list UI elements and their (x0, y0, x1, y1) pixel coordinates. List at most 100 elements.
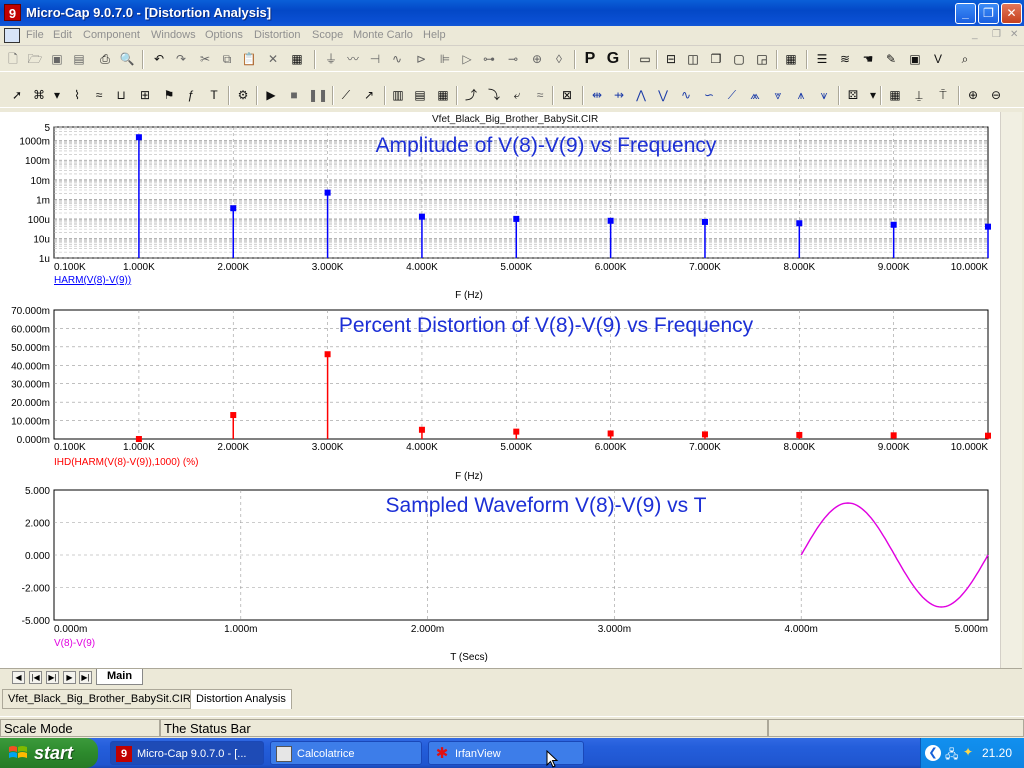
switch-component-icon[interactable]: ⊶ (480, 50, 498, 68)
redo-icon[interactable]: ↷ (172, 50, 190, 68)
probe-button[interactable]: P (581, 50, 599, 68)
copy-icon[interactable]: ⧉ (218, 50, 236, 68)
grid-coarse-icon[interactable]: ▦ (434, 86, 452, 104)
grid-fine-icon[interactable]: ▥ (389, 86, 407, 104)
undo-icon[interactable]: ↶ (150, 50, 168, 68)
restore-button[interactable]: ❐ (978, 3, 999, 24)
task-calcolatrice[interactable]: Calcolatrice (270, 741, 422, 765)
diode-component-icon[interactable]: ⊳ (412, 50, 430, 68)
new-file-icon[interactable]: 🗋 (4, 50, 22, 68)
menu-windows[interactable]: Windows (151, 29, 196, 41)
goto-button[interactable]: G (604, 50, 622, 68)
scale-icon[interactable]: ⊠ (558, 86, 576, 104)
run-icon[interactable]: ▶ (262, 86, 280, 104)
menu-file[interactable]: File (26, 29, 44, 41)
wire-mode-icon[interactable]: ⌇ (68, 86, 86, 104)
grid-medium-icon[interactable]: ▤ (411, 86, 429, 104)
next-page-icon[interactable]: ▶| (46, 671, 59, 684)
line-icon[interactable]: ⟋ (337, 86, 355, 104)
high-icon[interactable]: ∿ (677, 86, 695, 104)
tab-circuit-file[interactable]: Vfet_Black_Big_Brother_BabySit.CIR (2, 689, 197, 709)
text-mode-icon[interactable]: T (205, 86, 223, 104)
select-mode-icon[interactable]: ➚ (8, 86, 26, 104)
network-icon[interactable]: 🖧 (945, 745, 958, 766)
graphics-mode-icon[interactable]: ⊞ (136, 86, 154, 104)
single-window-icon[interactable]: ▢ (730, 50, 748, 68)
inductor-component-icon[interactable]: ∿ (388, 50, 406, 68)
mdi-close-icon[interactable]: ✕ (1010, 29, 1018, 40)
component-list-icon[interactable]: ☰ (813, 50, 831, 68)
menu-edit[interactable]: Edit (53, 29, 72, 41)
animate-icon[interactable]: ⚄ (844, 86, 862, 104)
minimize-button[interactable]: _ (955, 3, 976, 24)
hand-tool-icon[interactable]: ☚ (859, 50, 877, 68)
task-irfanview[interactable]: ✱ IrfanView (428, 741, 584, 765)
battery-component-icon[interactable]: ⊫ (436, 50, 454, 68)
inflection-icon[interactable]: ⟋ (723, 86, 741, 104)
table-icon[interactable]: ▦ (886, 86, 904, 104)
pen-tool-icon[interactable]: ✎ (882, 50, 900, 68)
cursor-right-icon[interactable]: ⇸ (610, 86, 628, 104)
slope-tool-icon[interactable]: ≈ (531, 86, 549, 104)
mdi-minimize-icon[interactable]: _ (972, 29, 978, 40)
menu-component[interactable]: Component (83, 29, 140, 41)
select-all-icon[interactable]: ▦ (288, 50, 306, 68)
flag-mode-icon[interactable]: ⚑ (160, 86, 178, 104)
ground-component-icon[interactable]: ⏚ (322, 50, 340, 68)
component-mode-icon[interactable]: ⌘ (30, 86, 48, 104)
cursor-tool-icon[interactable]: ⤴ (462, 86, 480, 104)
cascade-icon[interactable]: ❐ (707, 50, 725, 68)
tile-horizontal-icon[interactable]: ⊟ (662, 50, 680, 68)
global-high-icon[interactable]: ⩕ (746, 86, 764, 104)
valley-icon[interactable]: ⋁ (654, 86, 672, 104)
document-icon[interactable] (4, 28, 20, 43)
tile-vertical-icon[interactable]: ◫ (684, 50, 702, 68)
save-icon[interactable]: ▣ (48, 50, 66, 68)
mdi-restore-icon[interactable]: ❐ (992, 29, 1001, 40)
bluetooth-icon[interactable]: ✦ (963, 745, 973, 759)
opamp-component-icon[interactable]: ▷ (458, 50, 476, 68)
calculator-icon[interactable]: ▦ (782, 50, 800, 68)
bottom-icon[interactable]: ⩛ (815, 86, 833, 104)
plot-area[interactable]: 5 1000m 100m 10m 1m 100u 10u 1u 0.100K 1.000K 2.00… (0, 112, 1000, 668)
zoom-out-icon[interactable]: ⊖ (987, 86, 1005, 104)
properties-icon[interactable]: ⚙ (234, 86, 252, 104)
last-page-icon[interactable]: ▶ (63, 671, 76, 684)
first-page-icon[interactable]: ◀ (12, 671, 25, 684)
task-microcap[interactable]: 9 Micro-Cap 9.0.7.0 - [... (110, 741, 264, 765)
menu-options[interactable]: Options (205, 29, 243, 41)
capacitor-component-icon[interactable]: ⊣ (366, 50, 384, 68)
print-preview-icon[interactable]: 🔍 (118, 50, 136, 68)
function-mode-icon[interactable]: ƒ (182, 86, 200, 104)
peak-icon[interactable]: ⋀ (632, 86, 650, 104)
transistor-component-icon[interactable]: ⊕ (528, 50, 546, 68)
image-icon[interactable]: ▣ (906, 50, 924, 68)
tray-expand-icon[interactable]: ❮ (925, 745, 941, 761)
microcap-app-icon[interactable]: 9 (4, 4, 21, 21)
peak-tool-icon[interactable]: ⤵ (485, 86, 503, 104)
vd-characteristic-icon[interactable]: V (929, 50, 947, 68)
low-icon[interactable]: ∽ (700, 86, 718, 104)
menu-help[interactable]: Help (423, 29, 446, 41)
zoom-in-icon[interactable]: ⊕ (964, 86, 982, 104)
prev-page-icon[interactable]: |◀ (29, 671, 42, 684)
delete-icon[interactable]: ✕ (264, 50, 282, 68)
valley-tool-icon[interactable]: ⤶ (508, 86, 526, 104)
stop-icon[interactable]: ■ (285, 86, 303, 104)
global-low-icon[interactable]: ⩔ (769, 86, 787, 104)
waveform-icon[interactable]: ≋ (836, 50, 854, 68)
dropdown-arrow-icon[interactable]: ▾ (48, 86, 66, 104)
tag-horizontal-icon[interactable]: ⍑ (934, 86, 952, 104)
open-file-icon[interactable]: 🗁 (26, 50, 44, 68)
vertical-scrollbar[interactable] (1000, 112, 1022, 668)
print-icon[interactable]: ⎙ (96, 50, 114, 68)
tab-distortion-analysis[interactable]: Distortion Analysis (190, 689, 292, 709)
cut-icon[interactable]: ✂ (196, 50, 214, 68)
fet-component-icon[interactable]: ◊ (550, 50, 568, 68)
menu-scope[interactable]: Scope (312, 29, 343, 41)
start-button[interactable]: start (0, 738, 98, 768)
cursor-left-icon[interactable]: ⇹ (588, 86, 606, 104)
tab-main[interactable]: Main (96, 669, 144, 685)
source-component-icon[interactable]: ⊸ (504, 50, 522, 68)
split-window-icon[interactable]: ◲ (753, 50, 771, 68)
